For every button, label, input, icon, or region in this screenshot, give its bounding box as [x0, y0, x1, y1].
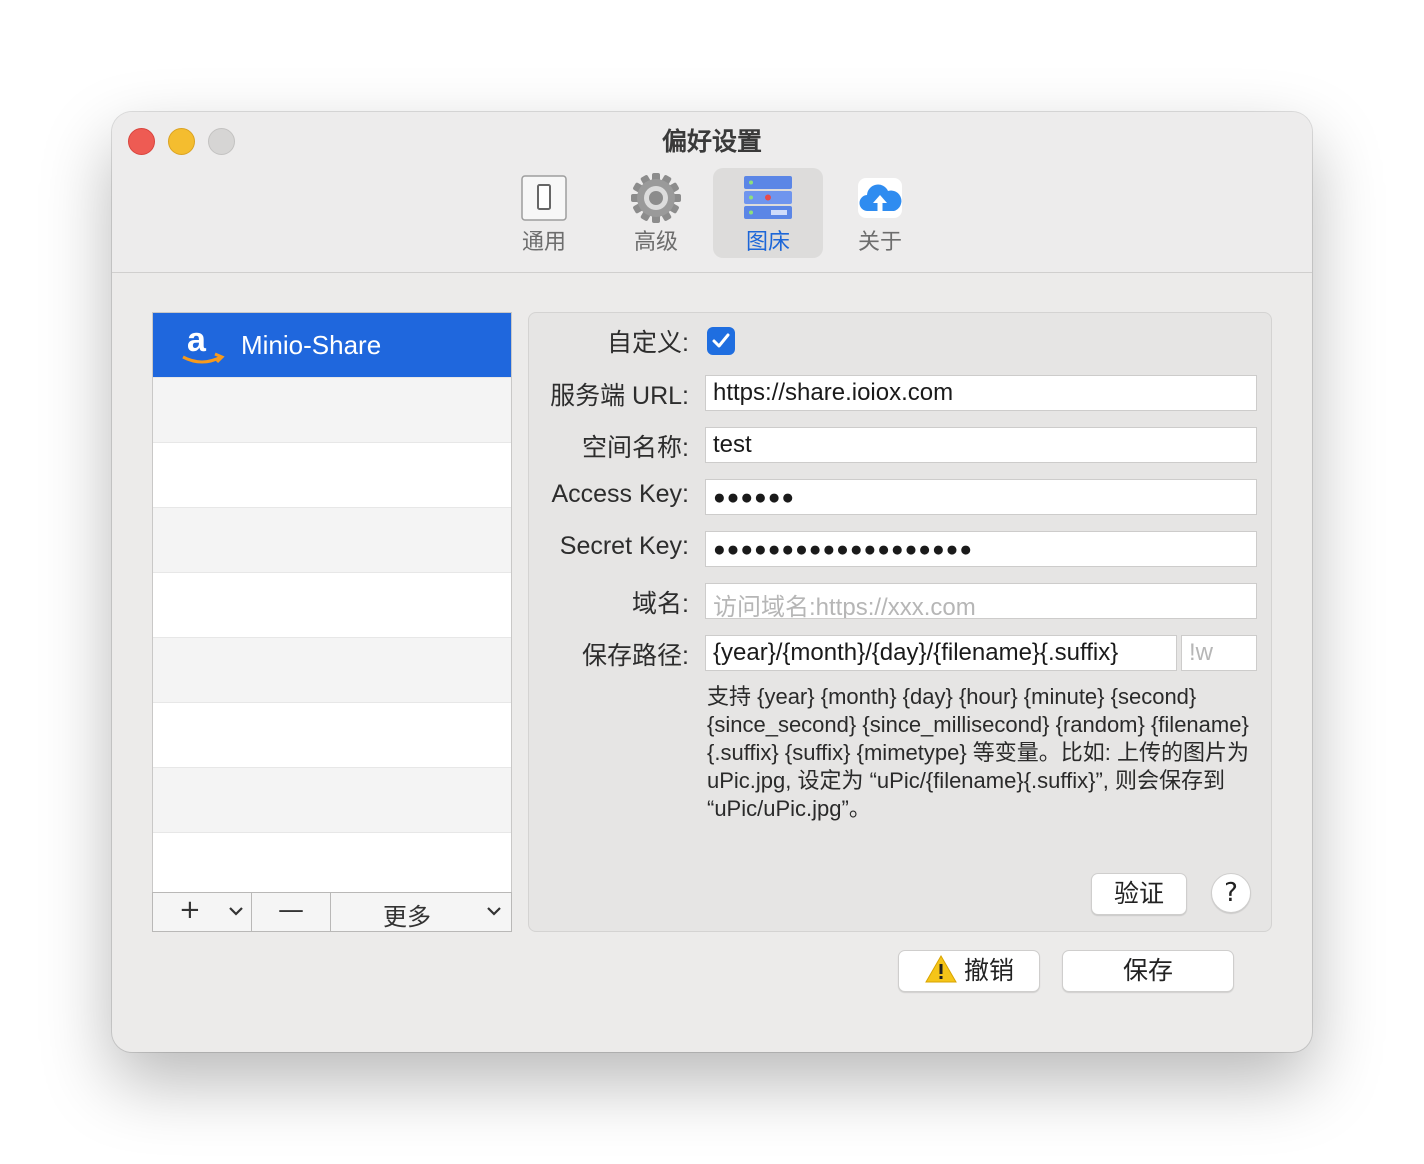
- host-settings-panel: 自定义: 服务端 URL: https://share.ioiox.com 空间…: [528, 312, 1272, 932]
- svg-text:a: a: [187, 323, 207, 359]
- more-label: 更多: [383, 903, 431, 931]
- secret-key-input[interactable]: ●●●●●●●●●●●●●●●●●●●: [705, 531, 1257, 567]
- gear-icon: [631, 173, 681, 223]
- access-key-label: Access Key:: [551, 480, 689, 508]
- checkmark-icon: [712, 333, 730, 348]
- list-row-empty: [153, 508, 511, 573]
- revert-label: 撤销: [963, 956, 1014, 985]
- add-host-button[interactable]: +: [153, 893, 252, 931]
- preferences-window: 偏好设置 通用 高级 图床 关于 a Minio-Share + — 更多 自定…: [112, 112, 1312, 1052]
- warning-icon: [925, 954, 957, 983]
- list-row-empty: [153, 833, 511, 893]
- cloud-upload-icon: [858, 178, 902, 218]
- remove-label: —: [278, 895, 304, 925]
- remove-host-button[interactable]: —: [252, 893, 331, 931]
- domain-input[interactable]: 访问域名:https://xxx.com: [705, 583, 1257, 619]
- suffix-input[interactable]: !w: [1181, 635, 1257, 671]
- tab-general-label: 通用: [521, 230, 566, 255]
- list-row-empty: [153, 768, 511, 833]
- domain-label: 域名:: [632, 590, 689, 618]
- tab-about[interactable]: 关于: [825, 168, 935, 258]
- list-row-empty: [153, 703, 511, 768]
- revert-button[interactable]: 撤销: [898, 950, 1040, 992]
- tab-advanced[interactable]: 高级: [601, 168, 711, 258]
- list-row-empty: [153, 638, 511, 703]
- save-path-input[interactable]: {year}/{month}/{day}/{filename}{.suffix}: [705, 635, 1177, 671]
- list-row-empty: [153, 573, 511, 638]
- server-icon: [744, 176, 792, 219]
- save-path-help-text: 支持 {year} {month} {day} {hour} {minute} …: [707, 684, 1250, 821]
- secret-key-label: Secret Key:: [559, 532, 689, 560]
- list-row-empty: [153, 443, 511, 508]
- tab-image-host-label: 图床: [745, 230, 790, 255]
- save-path-label: 保存路径:: [582, 642, 689, 670]
- list-item-label: Minio-Share: [241, 330, 382, 360]
- bucket-label: 空间名称:: [582, 434, 689, 462]
- switch-icon: [521, 175, 567, 221]
- save-button[interactable]: 保存: [1062, 950, 1234, 992]
- custom-checkbox[interactable]: [707, 327, 735, 355]
- add-label: +: [179, 895, 201, 925]
- image-host-list[interactable]: a Minio-Share: [152, 312, 512, 894]
- list-toolbar: + — 更多: [152, 892, 512, 932]
- chevron-down-icon: [487, 907, 501, 916]
- tab-about-label: 关于: [857, 230, 902, 255]
- server-url-label: 服务端 URL:: [550, 382, 689, 410]
- custom-label: 自定义:: [607, 329, 689, 357]
- window-title: 偏好设置: [661, 127, 762, 156]
- titlebar: 偏好设置 通用 高级 图床 关于: [112, 112, 1312, 273]
- verify-button[interactable]: 验证: [1091, 873, 1187, 915]
- chevron-down-icon: [229, 907, 243, 916]
- bucket-input[interactable]: test: [705, 427, 1257, 463]
- access-key-input[interactable]: ●●●●●●: [705, 479, 1257, 515]
- tab-general[interactable]: 通用: [489, 168, 599, 258]
- tab-advanced-label: 高级: [633, 230, 678, 255]
- list-row-empty: [153, 378, 511, 443]
- list-item[interactable]: a Minio-Share: [153, 313, 511, 378]
- help-button[interactable]: ?: [1211, 873, 1251, 913]
- amazon-icon: a: [182, 323, 225, 364]
- server-url-input[interactable]: https://share.ioiox.com: [705, 375, 1257, 411]
- more-menu-button[interactable]: 更多: [331, 893, 511, 931]
- tab-image-host[interactable]: 图床: [713, 168, 823, 258]
